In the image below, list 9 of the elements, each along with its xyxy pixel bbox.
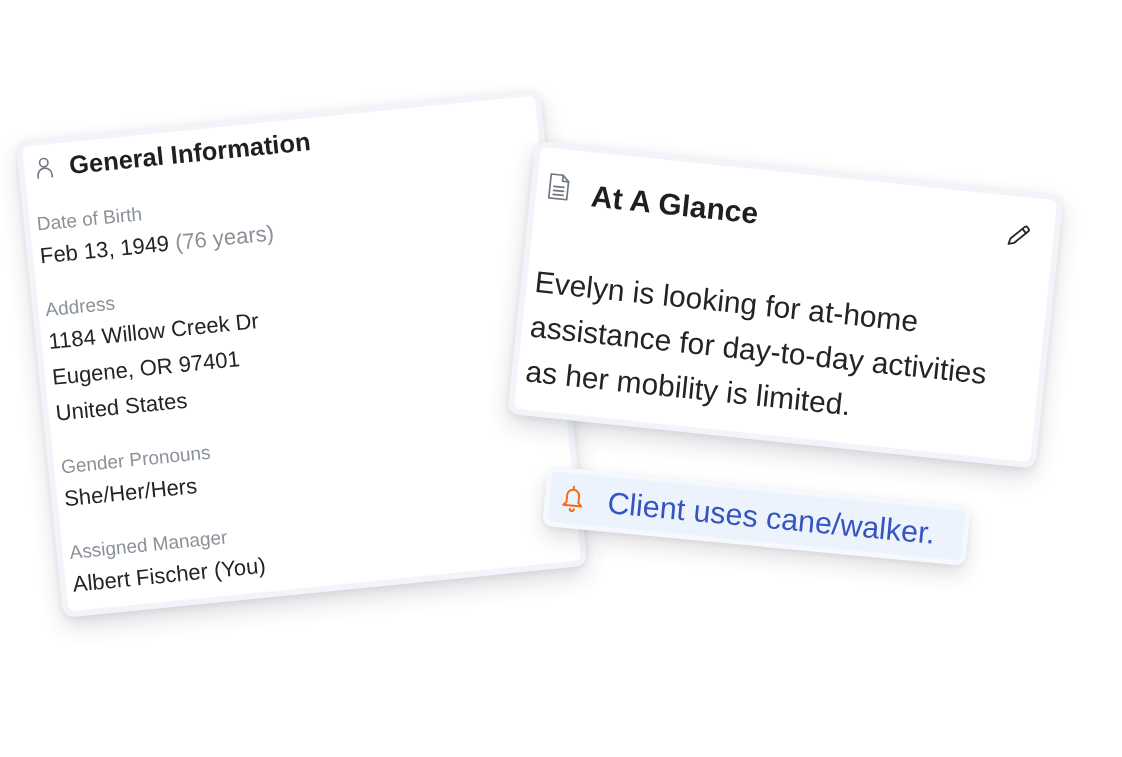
field-value: United States — [54, 387, 189, 426]
card-title: General Information — [67, 126, 312, 181]
field-label: Address — [44, 291, 116, 323]
person-icon — [34, 155, 55, 180]
alert-text: Client uses cane/walker. — [605, 484, 937, 551]
document-icon — [546, 171, 572, 202]
summary-text: Evelyn is looking for at-home assistance for day-to-day activities as her mobility is limited. — [523, 264, 990, 424]
age-note: (76 years) — [173, 220, 275, 255]
card-title: At A Glance — [589, 178, 760, 232]
